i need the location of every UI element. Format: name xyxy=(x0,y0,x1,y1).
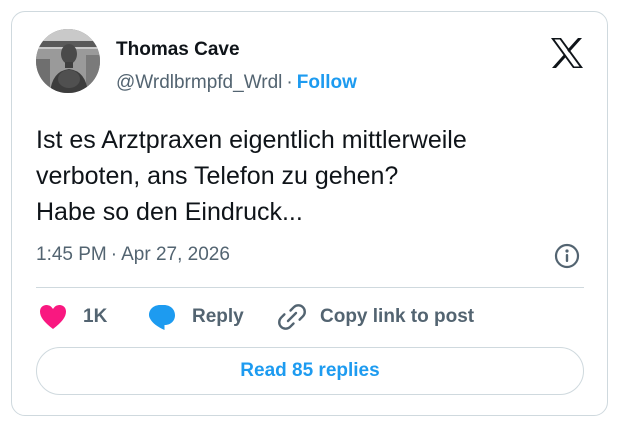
separator: · xyxy=(286,72,293,93)
avatar[interactable] xyxy=(36,29,100,93)
reply-label: Reply xyxy=(192,306,244,327)
heart-icon xyxy=(40,305,66,329)
user-handle[interactable]: @Wrdlbrmpfd_Wrdl xyxy=(116,72,282,93)
tweet-text-line: Habe so den Eindruck... xyxy=(36,198,303,226)
tweet-text: Ist es Arztpraxen eigentlich mittlerweil… xyxy=(36,122,596,230)
handle-line: @Wrdlbrmpfd_Wrdl · Follow xyxy=(116,72,357,94)
tweet-text-line: Ist es Arztpraxen eigentlich mittlerweil… xyxy=(36,126,467,154)
separator: · xyxy=(110,244,118,265)
read-replies-button[interactable]: Read 85 replies xyxy=(36,347,584,395)
post-time[interactable]: 1:45 PM xyxy=(36,244,107,265)
tweet-text-line: verboten, ans Telefon zu gehen? xyxy=(36,162,399,190)
divider xyxy=(36,287,584,288)
timestamp[interactable]: 1:45 PM · Apr 27, 2026 xyxy=(36,243,230,267)
x-logo-icon[interactable] xyxy=(550,37,584,69)
speech-bubble-icon xyxy=(149,304,175,330)
copy-link-button[interactable]: Copy link to post xyxy=(278,303,474,331)
info-icon[interactable] xyxy=(554,243,580,269)
like-count: 1K xyxy=(83,306,108,327)
reply-button[interactable]: Reply xyxy=(148,303,244,331)
follow-link[interactable]: Follow xyxy=(297,72,357,93)
display-name[interactable]: Thomas Cave xyxy=(116,39,240,61)
read-replies-label: Read 85 replies xyxy=(240,360,380,381)
avatar-photo xyxy=(36,29,100,93)
tweet-embed-card: Thomas Cave @Wrdlbrmpfd_Wrdl · Follow Ist … xyxy=(11,11,608,416)
copy-link-label: Copy link to post xyxy=(320,306,475,327)
like-button[interactable]: 1K xyxy=(39,303,107,331)
link-icon xyxy=(278,304,306,330)
post-date[interactable]: Apr 27, 2026 xyxy=(121,244,230,265)
